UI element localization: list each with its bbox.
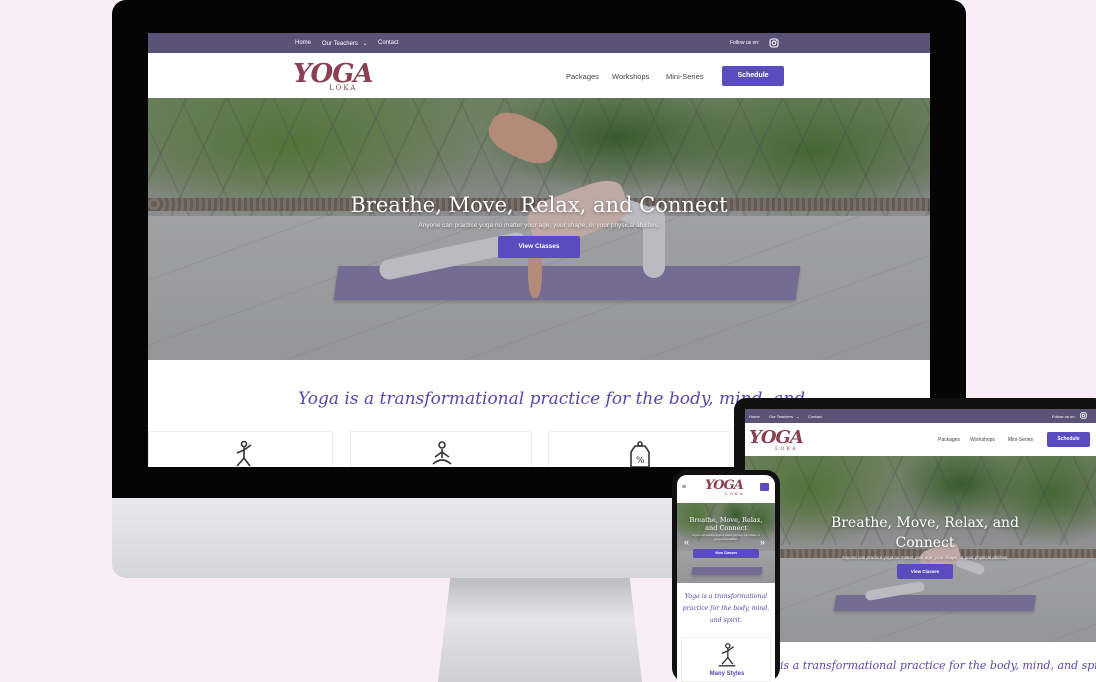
chevron-down-icon: ⌄ [796,414,800,419]
hamburger-menu-icon[interactable]: ≡ [682,484,686,491]
phone-navbar: ≡ YOGA LOKA [677,475,775,503]
chevron-down-icon: ⌄ [362,41,368,47]
slider-next-icon[interactable]: » [760,537,765,547]
nav-link-workshops[interactable]: Workshops [612,72,649,81]
discount-tag-icon: % [630,441,650,467]
view-classes-button[interactable]: View Classes [897,564,953,579]
topbar-link-home[interactable]: Home [749,414,760,419]
feature-label: Many Styles [709,671,745,677]
topbar-link-home[interactable]: Home [295,40,311,46]
logo[interactable]: YOGA LOKA [749,427,804,453]
feature-card: % [548,431,730,467]
follow-label: Follow us on: [1052,414,1076,419]
topbar-link-contact[interactable]: Contact [378,40,399,46]
tagline: Yoga is a transformational practice for … [298,389,806,409]
instagram-icon[interactable] [1080,412,1087,420]
tagline: is a transformational practice for the b… [780,659,1096,672]
logo[interactable]: YOGA LOKA [293,59,374,93]
nav-link-mini-series[interactable]: Mini-Series [666,72,704,81]
hero-subtitle: Anyone can practice yoga no matter your … [418,222,660,229]
nav-link-workshops[interactable]: Workshops [970,437,995,443]
slider-prev-icon[interactable]: « [684,537,689,547]
logo[interactable]: YOGA LOKA [705,478,747,500]
follow-label: Follow us on: [730,40,760,46]
instagram-icon[interactable] [769,38,779,50]
desktop-topbar: Home Our Teachers ⌄ Contact Follow us on… [148,33,930,53]
topbar-link-contact[interactable]: Contact [808,414,822,419]
schedule-button[interactable]: Schedule [1047,432,1090,447]
nav-link-mini-series[interactable]: Mini-Series [1008,437,1033,443]
feature-card [350,431,532,467]
tablet-topbar: Home Our Teachers ⌄ Contact Follow us on… [745,409,1096,423]
meditation-icon [432,441,452,465]
hero-title: Breathe, Move, Relax, and Connect [350,193,728,217]
schedule-button[interactable]: Schedule [722,66,784,86]
tagline: Yoga is a transformational practice for … [682,593,770,624]
nav-link-packages[interactable]: Packages [938,437,960,443]
phone-screen: ≡ YOGA LOKA Breathe, Move, Relax, and Co… [677,475,775,682]
hero-content: Breathe, Move, Relax, and Connect Anyone… [745,513,1096,579]
hero-title: Breathe, Move, Relax, and Connect [830,515,1020,551]
nav-link-packages[interactable]: Packages [566,72,599,81]
topbar-link-teachers[interactable]: Our Teachers ⌄ [322,40,368,47]
view-classes-button[interactable]: View Classes [498,236,580,258]
imac-stand [438,578,642,682]
tablet-screen: Home Our Teachers ⌄ Contact Follow us on… [745,409,1096,682]
topbar-link-teachers[interactable]: Our Teachers ⌄ [769,414,799,419]
tablet-navbar: YOGA LOKA Packages Workshops Mini-Series… [745,423,1096,456]
view-classes-button[interactable]: View Classes [693,549,759,558]
hero-title: Breathe, Move, Relax, and Connect [689,516,763,532]
feature-card: Many Styles [681,637,771,682]
yoga-pose-icon [236,440,252,467]
calendar-icon[interactable] [760,483,769,491]
feature-card [148,431,333,467]
hero-content: Breathe, Move, Relax, and Connect Anyone… [148,193,930,258]
yoga-pose-icon [718,643,736,667]
svg-text:%: % [636,456,645,466]
desktop-navbar: YOGA LOKA Packages Workshops Mini-Series… [148,53,930,98]
hero-subtitle: Anyone can practice yoga no matter your … [841,555,1009,560]
